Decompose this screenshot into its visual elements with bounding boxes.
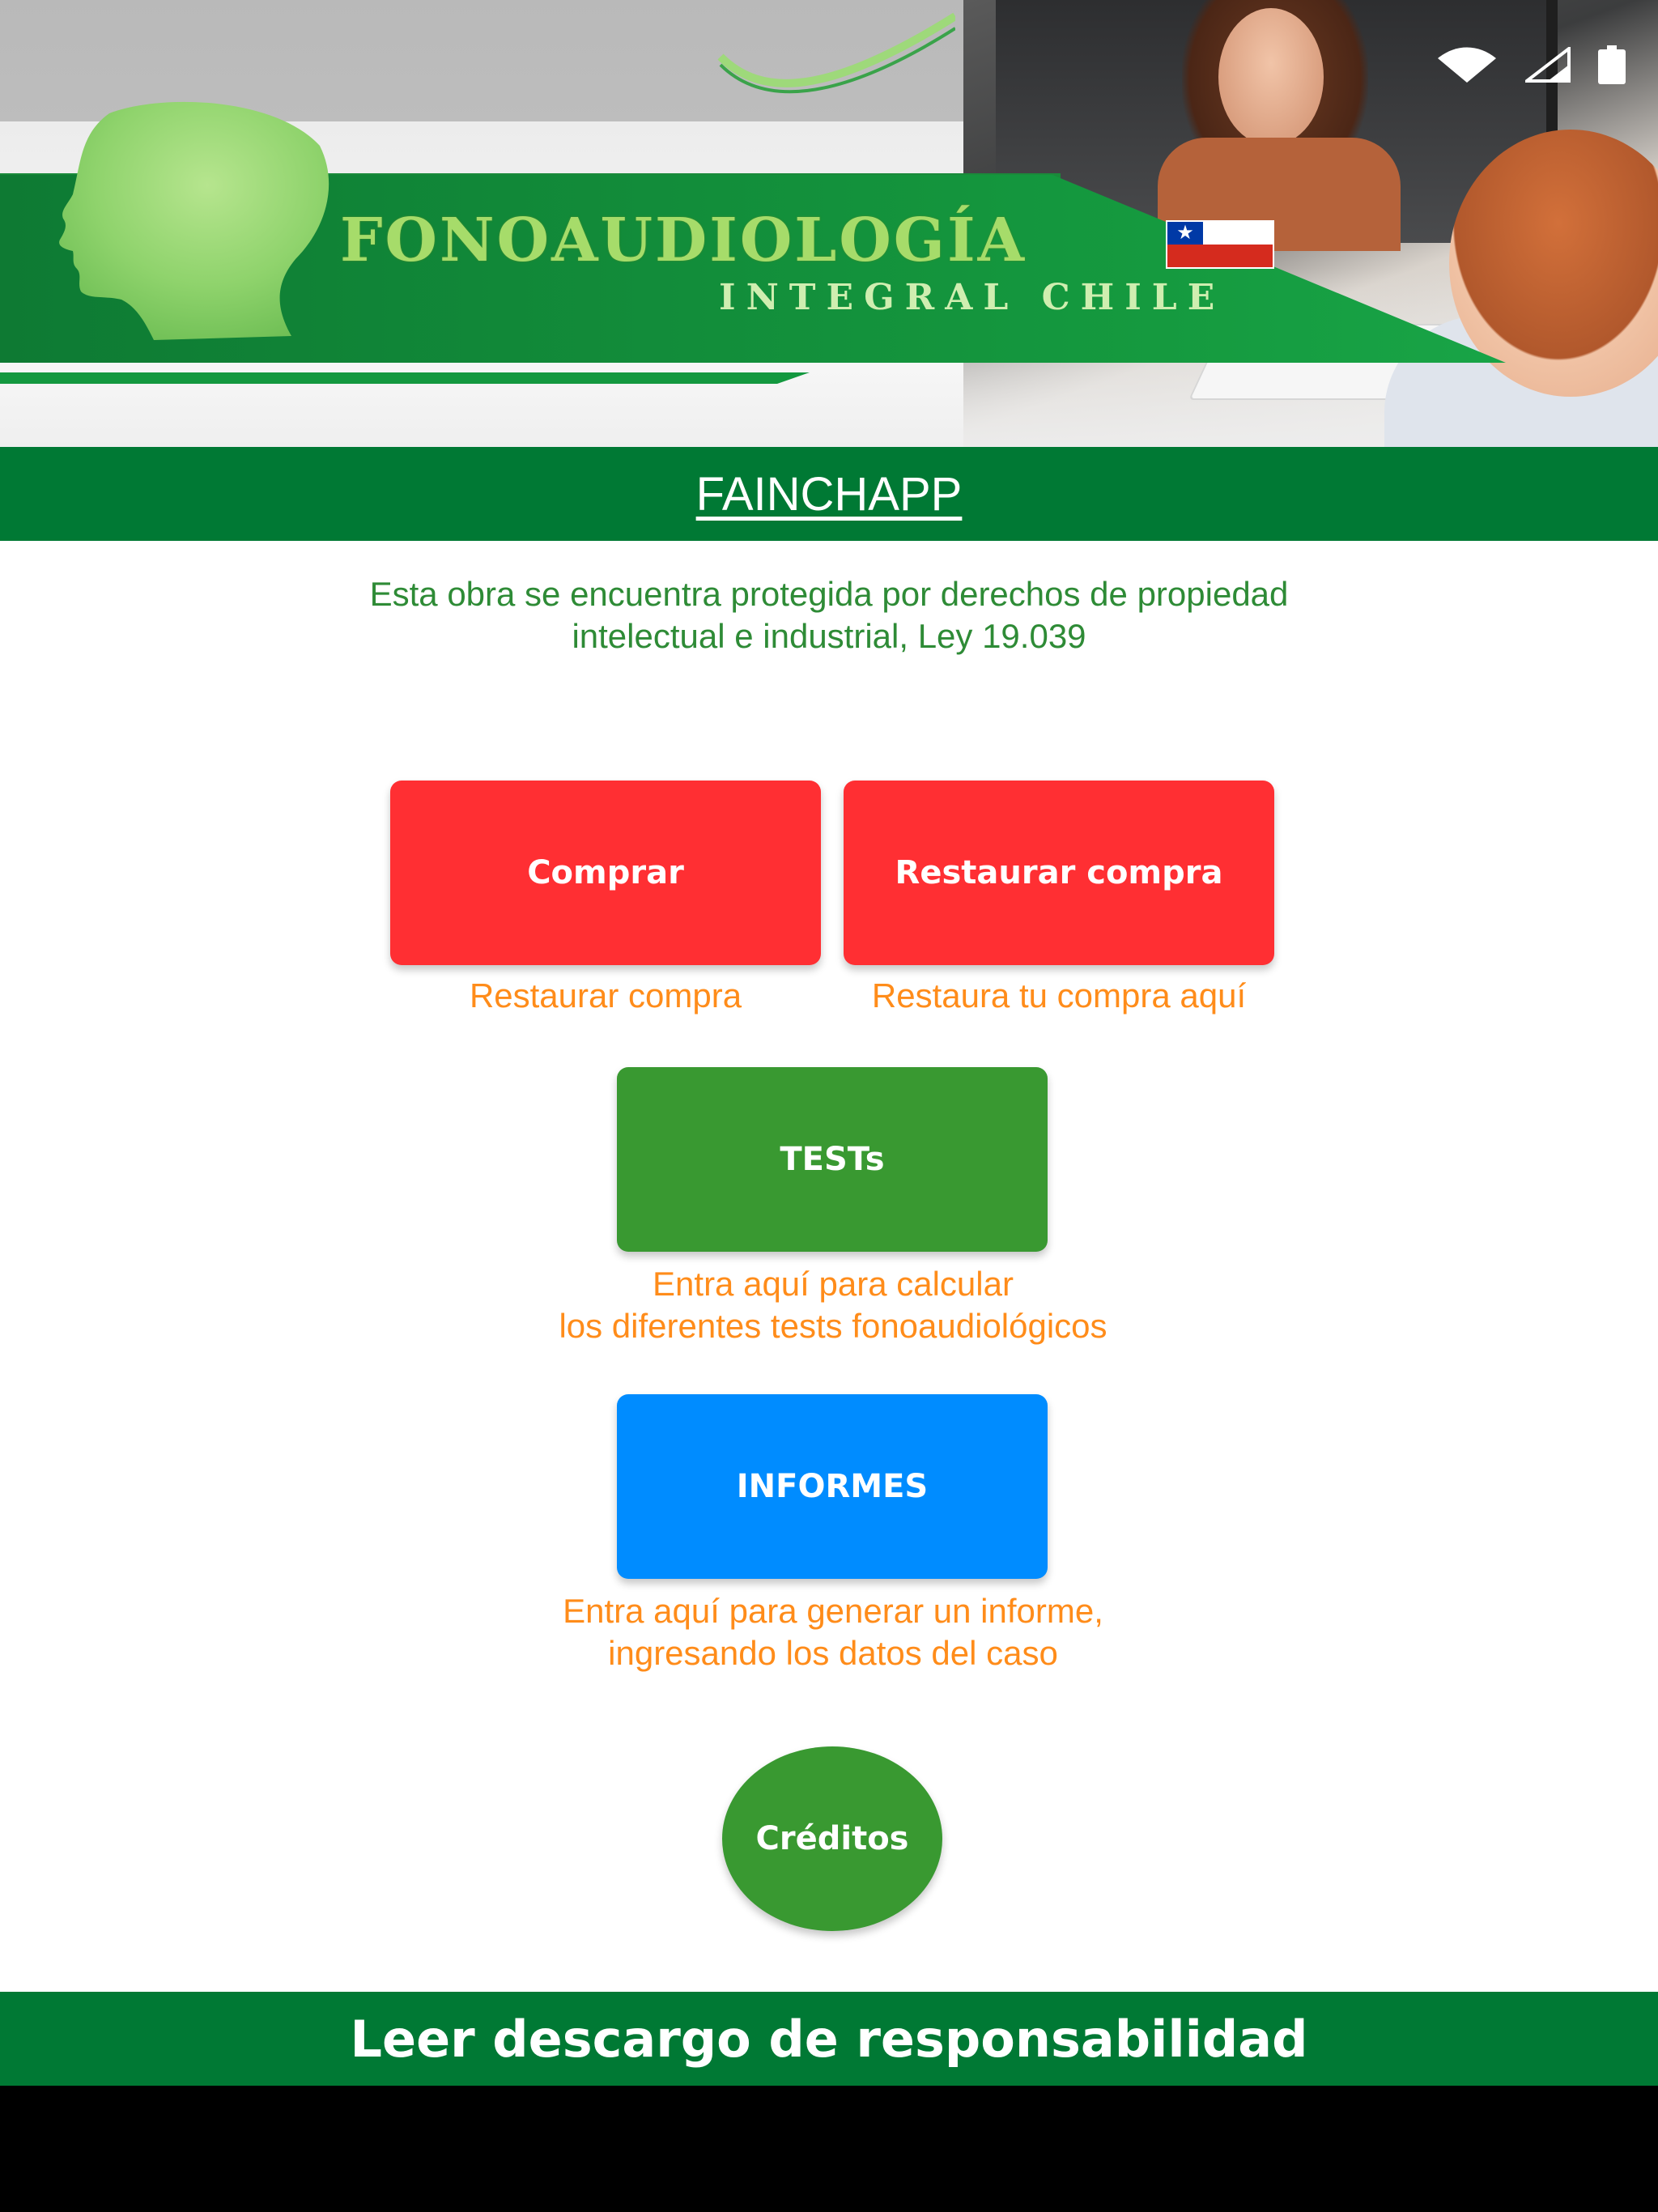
disclaimer-bar[interactable]: Leer descargo de responsabilidad xyxy=(0,1992,1658,2086)
battery-icon xyxy=(1598,45,1626,84)
comprar-button[interactable]: Comprar xyxy=(390,781,821,965)
informes-caption: Entra aquí para generar un informe, ingr… xyxy=(424,1590,1242,1674)
legal-notice: Esta obra se encuentra protegida por der… xyxy=(0,573,1658,657)
app-screen: FONOAUDIOLOGÍA INTEGRAL CHILE ★ FAINCHAP… xyxy=(0,0,1658,2212)
wifi-icon xyxy=(1438,47,1496,83)
restaurar-caption: Restaura tu compra aquí xyxy=(871,976,1247,1015)
chile-flag-icon: ★ xyxy=(1166,220,1274,269)
app-bar: FAINCHAPP xyxy=(0,447,1658,541)
informes-caption-line-1: Entra aquí para generar un informe, xyxy=(563,1592,1103,1630)
tests-caption-line-2: los diferentes tests fonoaudiológicos xyxy=(559,1307,1107,1345)
tests-caption-line-1: Entra aquí para calcular xyxy=(653,1265,1014,1303)
informes-button[interactable]: INFORMES xyxy=(617,1394,1048,1579)
system-navigation-bar xyxy=(0,2086,1658,2212)
app-title: FAINCHAPP xyxy=(695,467,963,521)
restaurar-compra-button[interactable]: Restaurar compra xyxy=(844,781,1274,965)
legal-notice-line-2: intelectual e industrial, Ley 19.039 xyxy=(572,617,1086,655)
decorative-stroke xyxy=(717,12,955,94)
comprar-caption: Restaurar compra xyxy=(469,976,742,1015)
tests-caption: Entra aquí para calcular los diferentes … xyxy=(424,1263,1242,1347)
tests-button[interactable]: TESTs xyxy=(617,1067,1048,1252)
cell-signal-icon xyxy=(1525,47,1571,83)
disclaimer-link[interactable]: Leer descargo de responsabilidad xyxy=(351,2010,1308,2069)
brand-subtitle: INTEGRAL CHILE xyxy=(719,277,1226,318)
legal-notice-line-1: Esta obra se encuentra protegida por der… xyxy=(369,575,1289,613)
informes-caption-line-2: ingresando los datos del caso xyxy=(608,1634,1058,1672)
status-bar xyxy=(1436,45,1626,84)
head-profile-logo xyxy=(59,101,329,340)
header-banner: FONOAUDIOLOGÍA INTEGRAL CHILE ★ xyxy=(0,0,1658,447)
creditos-button[interactable]: Créditos xyxy=(722,1746,942,1931)
banner-stripe-bottom xyxy=(0,372,810,384)
brand-title: FONOAUDIOLOGÍA xyxy=(340,206,1027,275)
